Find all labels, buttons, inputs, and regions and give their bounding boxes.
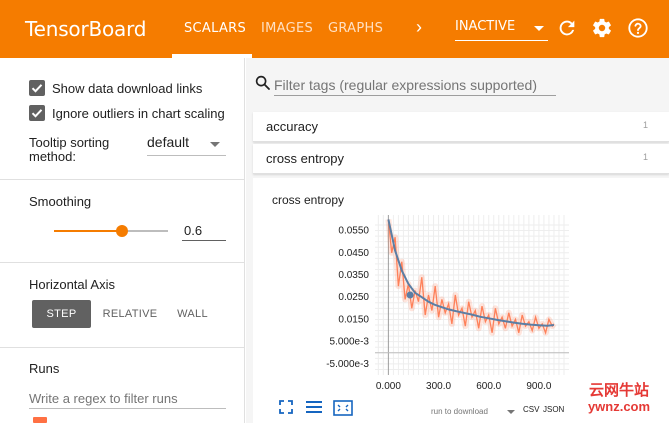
checkbox-checked-icon[interactable]	[29, 105, 45, 121]
refresh-icon[interactable]	[556, 17, 578, 39]
ignore-outliers-label: Ignore outliers in chart scaling	[52, 105, 225, 121]
x-tick-label: 0.000	[376, 381, 401, 392]
settings-gear-icon[interactable]	[591, 17, 613, 39]
caret-down-icon	[210, 142, 220, 147]
axis-relative-button[interactable]: RELATIVE	[98, 300, 162, 328]
run-color-swatch[interactable]	[33, 417, 47, 423]
smoothing-slider-fill	[54, 230, 123, 232]
x-tick-label: 900.0	[526, 381, 551, 392]
tooltip-sorting-select[interactable]: default	[147, 134, 226, 156]
help-icon[interactable]	[627, 17, 649, 39]
y-tick-label: 0.0350	[338, 270, 369, 281]
axis-step-button[interactable]: STEP	[32, 300, 91, 328]
fit-domain-icon[interactable]	[333, 400, 353, 416]
tag-count: 1	[642, 152, 648, 162]
list-icon[interactable]	[305, 400, 323, 414]
expand-icon[interactable]	[279, 400, 293, 414]
top-app-bar: TensorBoard SCALARS IMAGES GRAPHS › INAC…	[0, 0, 669, 58]
highlight-point	[406, 291, 414, 299]
tag-count: 1	[642, 120, 648, 130]
caret-down-icon	[507, 410, 515, 414]
smoothing-label: Smoothing	[29, 194, 92, 209]
json-download-link[interactable]: JSON	[543, 405, 564, 414]
y-tick-label: 0.0450	[338, 248, 369, 259]
runs-label: Runs	[29, 361, 60, 376]
y-tick-label: -5.000e-3	[326, 359, 369, 370]
tooltip-sorting-value: default	[147, 134, 190, 150]
caret-down-icon	[534, 26, 544, 31]
inactive-select-label: INACTIVE	[455, 19, 516, 34]
tag-name: accuracy	[266, 119, 319, 134]
smoothing-value-input[interactable]: 0.6	[182, 221, 226, 241]
csv-download-link[interactable]: CSV	[523, 405, 539, 414]
show-download-links-checkbox[interactable]: Show data download links	[29, 79, 202, 97]
y-tick-label: 0.0250	[338, 292, 369, 303]
horizontal-axis-label: Horizontal Axis	[29, 277, 115, 292]
app-title: TensorBoard	[25, 17, 147, 41]
search-icon	[255, 75, 270, 90]
y-tick-label: 5.000e-3	[330, 337, 370, 348]
show-download-links-label: Show data download links	[52, 80, 203, 96]
y-tick-label: 0.0550	[338, 226, 369, 237]
x-tick-label: 300.0	[426, 381, 451, 392]
tag-group-cross-entropy[interactable]: cross entropy 1	[253, 144, 669, 174]
inactive-dashboards-select[interactable]: INACTIVE	[455, 19, 548, 41]
ignore-outliers-checkbox[interactable]: Ignore outliers in chart scaling	[29, 104, 225, 122]
watermark-logo: 云网牛站 ywnz.com	[571, 381, 667, 415]
tag-filter-input[interactable]	[274, 74, 556, 96]
x-tick-label: 600.0	[476, 381, 501, 392]
runs-filter-input[interactable]	[29, 389, 226, 409]
tag-name: cross entropy	[266, 151, 345, 166]
tab-images[interactable]: IMAGES	[261, 21, 313, 36]
tag-group-accuracy[interactable]: accuracy 1	[253, 112, 669, 142]
checkbox-checked-icon[interactable]	[29, 80, 45, 96]
tooltip-sorting-label: Tooltip sorting method:	[29, 135, 110, 164]
watermark-text-cn: 云网牛站	[588, 381, 649, 399]
tab-scalars[interactable]: SCALARS	[184, 21, 246, 36]
watermark-text-en: ywnz.com	[587, 399, 651, 414]
smoothing-slider[interactable]	[54, 225, 168, 237]
run-to-download-select[interactable]: run to download	[431, 407, 488, 416]
tab-graphs[interactable]: GRAPHS	[328, 21, 383, 36]
chevron-right-icon[interactable]: ›	[416, 17, 422, 38]
axis-wall-button[interactable]: WALL	[170, 300, 215, 328]
y-tick-label: 0.0150	[338, 314, 369, 325]
